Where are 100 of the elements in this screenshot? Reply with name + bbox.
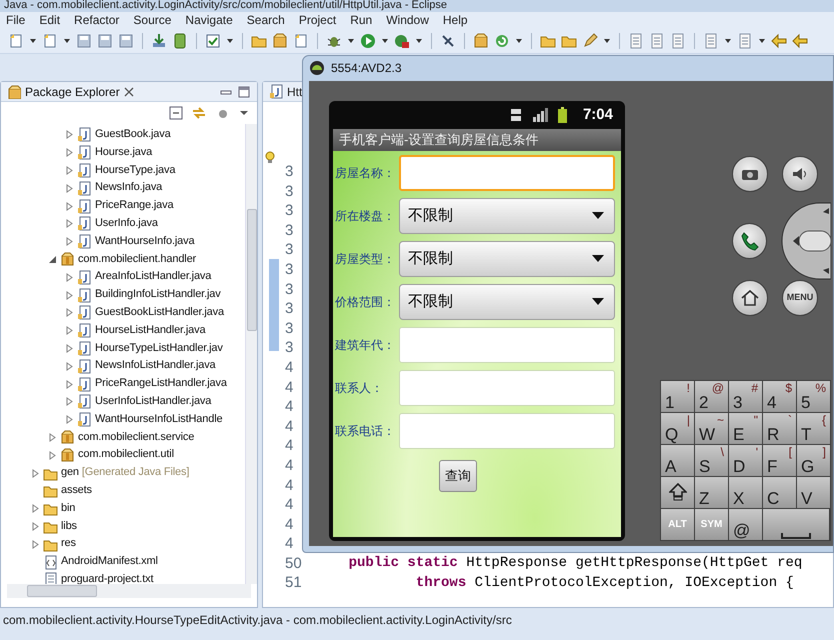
page-icon[interactable]	[703, 33, 719, 49]
page-icon[interactable]	[670, 33, 686, 49]
menu-button[interactable]: MENU	[782, 280, 818, 316]
tree-item[interactable]: bin	[1, 500, 245, 518]
keyboard-key[interactable]: X	[729, 476, 762, 508]
keyboard-key[interactable]: D '	[729, 444, 762, 476]
caret-icon[interactable]	[603, 37, 611, 45]
camera-button[interactable]	[732, 156, 768, 192]
collapsed-arrow-icon[interactable]	[65, 219, 74, 228]
tree-item[interactable]: res	[1, 535, 245, 554]
keyboard-key[interactable]: R `	[763, 412, 796, 444]
caret-icon[interactable]	[29, 37, 37, 45]
keyboard-key[interactable]: Z	[695, 476, 728, 508]
tree-item[interactable]: AndroidManifest.xml	[1, 553, 245, 571]
collapsed-arrow-icon[interactable]	[31, 468, 40, 478]
menu-item[interactable]: Navigate	[185, 12, 233, 29]
collapsed-arrow-icon[interactable]	[31, 540, 40, 549]
directional-pad[interactable]	[781, 202, 831, 280]
collapsed-arrow-icon[interactable]	[31, 522, 40, 531]
checkbox-icon[interactable]	[205, 33, 221, 49]
caret-icon[interactable]	[239, 109, 249, 117]
keyboard-key[interactable]: S \	[695, 444, 728, 476]
menu-item[interactable]: Refactor	[74, 12, 120, 29]
tree-item[interactable]: gen [Generated Java Files]	[1, 464, 245, 482]
tree-item[interactable]: HourseTypeListHandler.jav	[1, 340, 245, 358]
keyboard-key[interactable]: 3 #	[729, 380, 762, 412]
caret-icon[interactable]	[515, 37, 523, 45]
menu-item[interactable]: File	[6, 12, 26, 29]
keyboard-key[interactable]: 4 $	[763, 380, 796, 412]
save-icon[interactable]	[97, 33, 113, 49]
page-icon[interactable]	[649, 33, 665, 49]
tree-item[interactable]: proguard-project.txt	[1, 570, 245, 584]
collapsed-arrow-icon[interactable]	[65, 166, 74, 175]
tree-item[interactable]: NewsInfo.java	[1, 179, 245, 198]
save-icon[interactable]	[76, 33, 92, 49]
tree-item[interactable]: com.mobileclient.util	[1, 446, 245, 464]
collapsed-arrow-icon[interactable]	[65, 308, 74, 318]
run-icon[interactable]	[360, 33, 376, 49]
keyboard-key[interactable]: 2 @	[695, 380, 728, 412]
keyboard-key[interactable]: 5 %	[797, 380, 830, 412]
tree-item[interactable]: UserInfo.java	[1, 214, 245, 233]
tree-item[interactable]: com.mobileclient.handler	[1, 250, 245, 268]
keyboard-key[interactable]: @	[729, 508, 762, 540]
collapsed-arrow-icon[interactable]	[48, 432, 57, 442]
package-icon[interactable]	[473, 33, 489, 49]
new-file-icon[interactable]	[42, 33, 58, 49]
collapsed-arrow-icon[interactable]	[65, 326, 74, 336]
menu-item[interactable]: Source	[133, 12, 172, 29]
tree-item[interactable]: UserInfoListHandler.java	[1, 392, 245, 411]
menu-item[interactable]: Search	[246, 12, 285, 29]
scrollbar-thumb[interactable]	[27, 585, 97, 597]
new-file-icon[interactable]	[293, 33, 309, 49]
input-field[interactable]	[399, 412, 615, 449]
tree-item[interactable]: com.mobileclient.service	[1, 428, 245, 446]
caret-icon[interactable]	[724, 37, 732, 45]
vertical-scrollbar[interactable]	[245, 124, 257, 584]
pencil-icon[interactable]	[582, 33, 598, 49]
query-button[interactable]: 查询	[439, 460, 477, 492]
maximize-icon[interactable]	[237, 86, 251, 98]
tree-item[interactable]: GuestBook.java	[1, 126, 245, 144]
back-arrow-icon[interactable]	[771, 33, 787, 49]
home-button[interactable]	[732, 280, 768, 316]
call-button[interactable]	[732, 222, 767, 259]
caret-icon[interactable]	[381, 37, 389, 45]
caret-icon[interactable]	[758, 37, 766, 45]
tree-item[interactable]: assets	[1, 482, 245, 500]
input-field[interactable]	[399, 326, 615, 363]
menu-item[interactable]: Edit	[39, 12, 60, 29]
collapsed-arrow-icon[interactable]	[65, 397, 74, 406]
refresh-icon[interactable]	[494, 33, 510, 49]
collapsed-arrow-icon[interactable]	[65, 130, 74, 140]
volume-button[interactable]	[782, 156, 818, 192]
keyboard-key[interactable]: V	[797, 476, 830, 508]
scrollbar-thumb[interactable]	[247, 209, 257, 331]
collapsed-arrow-icon[interactable]	[65, 344, 74, 353]
download-icon[interactable]	[151, 33, 167, 49]
editor-tab[interactable]: Htt	[269, 82, 302, 100]
package-icon[interactable]	[272, 33, 288, 49]
device-icon[interactable]	[172, 33, 188, 49]
save-icon[interactable]	[118, 33, 134, 49]
expanded-arrow-icon[interactable]	[48, 254, 57, 264]
back-arrow-icon[interactable]	[792, 33, 808, 49]
collapsed-arrow-icon[interactable]	[65, 202, 74, 211]
input-field[interactable]	[399, 370, 615, 406]
collapsed-arrow-icon[interactable]	[31, 504, 40, 514]
collapsed-arrow-icon[interactable]	[65, 237, 74, 246]
tree-item[interactable]: WantHourseInfo.java	[1, 232, 245, 251]
menu-item[interactable]: Project	[298, 12, 336, 29]
new-file-icon[interactable]	[8, 33, 24, 49]
keyboard-key[interactable]: F [	[763, 444, 796, 476]
menu-item[interactable]: Window	[386, 12, 429, 29]
tree-item[interactable]: libs	[1, 518, 245, 536]
link-icon[interactable]	[191, 106, 207, 120]
tree-item[interactable]: AreaInfoListHandler.java	[1, 268, 245, 286]
tree-item[interactable]: HourseType.java	[1, 162, 245, 180]
keyboard-key[interactable]: 1 !	[661, 380, 694, 412]
caret-icon[interactable]	[63, 37, 71, 45]
tree-item[interactable]: Hourse.java	[1, 144, 245, 162]
collapsed-arrow-icon[interactable]	[65, 272, 74, 282]
keyboard-key[interactable]: T {	[797, 412, 830, 444]
